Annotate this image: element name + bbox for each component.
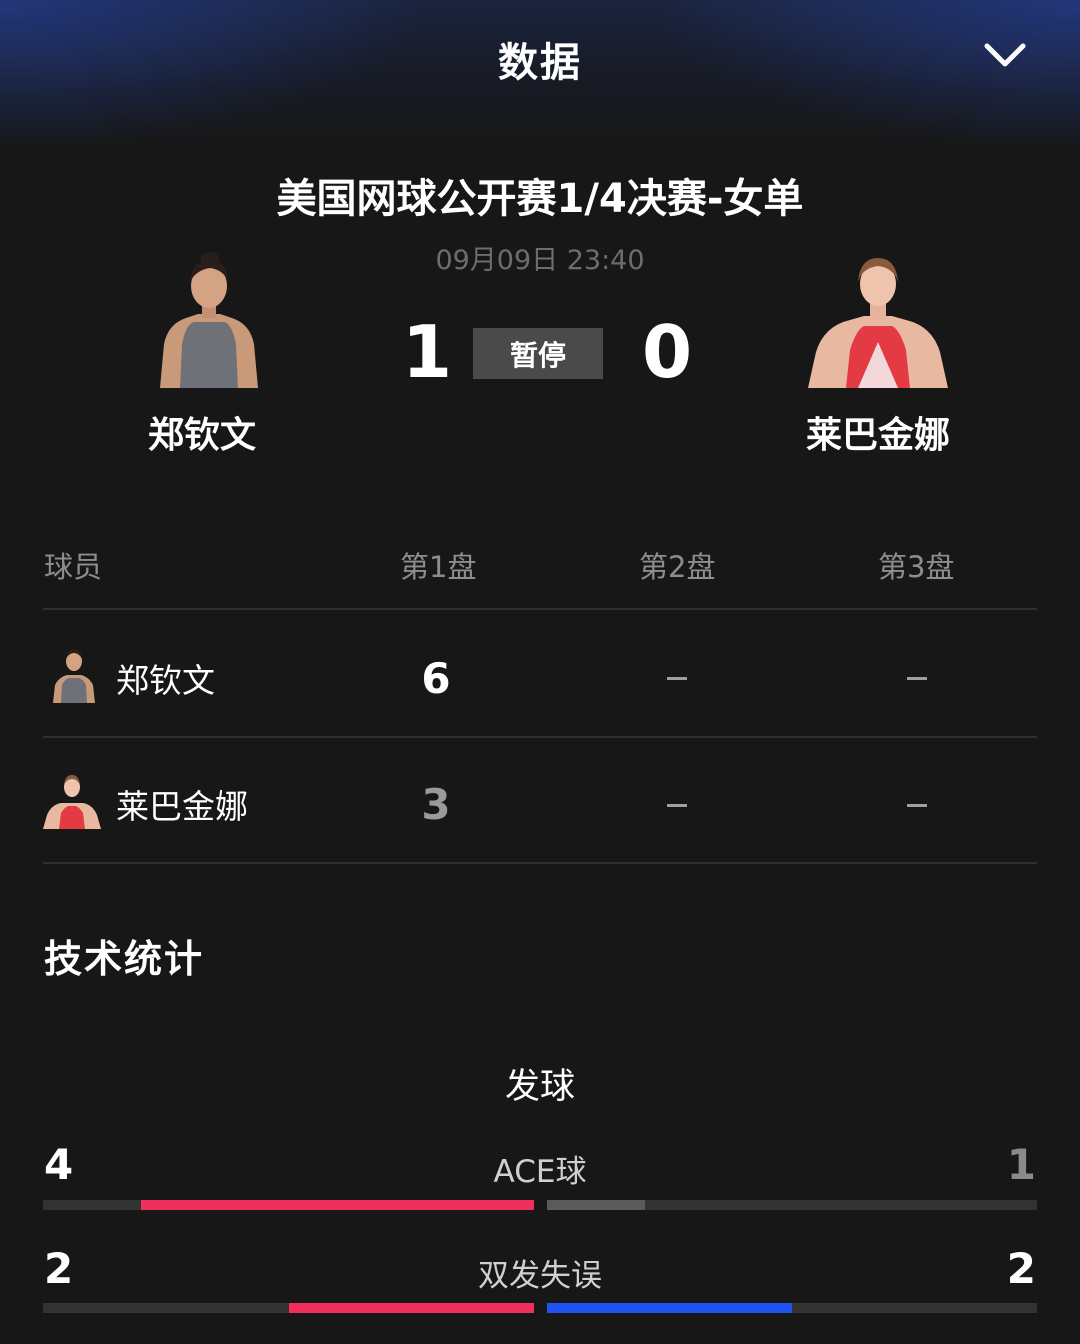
table-header-set2: 第2盘 bbox=[639, 550, 716, 584]
table-divider bbox=[43, 608, 1037, 610]
stat-label: 双发失误 bbox=[478, 1258, 602, 1294]
stat-away-bar bbox=[547, 1303, 1037, 1313]
stat-away-value: 1 bbox=[1006, 1140, 1036, 1189]
row-set3-empty bbox=[907, 677, 927, 680]
row-set2-empty bbox=[667, 677, 687, 680]
row-set1-score: 6 bbox=[421, 654, 451, 703]
chevron-down-icon bbox=[984, 43, 1026, 67]
row-avatar bbox=[43, 771, 101, 829]
away-player-thumb bbox=[43, 775, 101, 829]
stat-home-fill bbox=[288, 1303, 534, 1313]
row-player-name: 莱巴金娜 bbox=[116, 787, 248, 826]
stats-group-title: 发球 bbox=[504, 1067, 575, 1107]
match-status-badge: 暂停 bbox=[473, 328, 603, 379]
stat-label: ACE球 bbox=[493, 1154, 587, 1190]
stat-home-bar bbox=[43, 1200, 534, 1210]
away-sets-score: 0 bbox=[642, 310, 693, 394]
stat-away-fill bbox=[547, 1200, 645, 1210]
row-avatar bbox=[45, 645, 103, 703]
section-title: 技术统计 bbox=[44, 937, 205, 981]
table-header-player: 球员 bbox=[44, 550, 103, 584]
away-player-photo[interactable] bbox=[808, 252, 948, 388]
home-player-avatar bbox=[160, 252, 258, 388]
row-set2-empty bbox=[667, 804, 687, 807]
collapse-button[interactable] bbox=[980, 30, 1030, 80]
stat-home-fill bbox=[141, 1200, 534, 1210]
away-player-avatar bbox=[808, 258, 948, 388]
page-title: 数据 bbox=[498, 40, 582, 86]
stat-away-bar bbox=[547, 1200, 1037, 1210]
stat-away-fill bbox=[547, 1303, 792, 1313]
row-player-name: 郑钦文 bbox=[116, 661, 215, 700]
row-set3-empty bbox=[907, 804, 927, 807]
stat-home-bar bbox=[43, 1303, 534, 1313]
home-sets-score: 1 bbox=[402, 310, 453, 394]
table-header-set3: 第3盘 bbox=[878, 550, 955, 584]
home-player-photo[interactable] bbox=[158, 252, 260, 388]
away-player-name[interactable]: 莱巴金娜 bbox=[796, 406, 960, 458]
home-player-name[interactable]: 郑钦文 bbox=[120, 406, 284, 458]
row-set1-score: 3 bbox=[421, 780, 451, 829]
stat-away-value: 2 bbox=[1006, 1244, 1036, 1293]
match-title: 美国网球公开赛1/4决赛-女单 bbox=[276, 176, 804, 222]
table-header-set1: 第1盘 bbox=[400, 550, 477, 584]
table-divider bbox=[43, 862, 1037, 864]
table-divider bbox=[43, 736, 1037, 738]
home-player-thumb bbox=[53, 649, 95, 703]
